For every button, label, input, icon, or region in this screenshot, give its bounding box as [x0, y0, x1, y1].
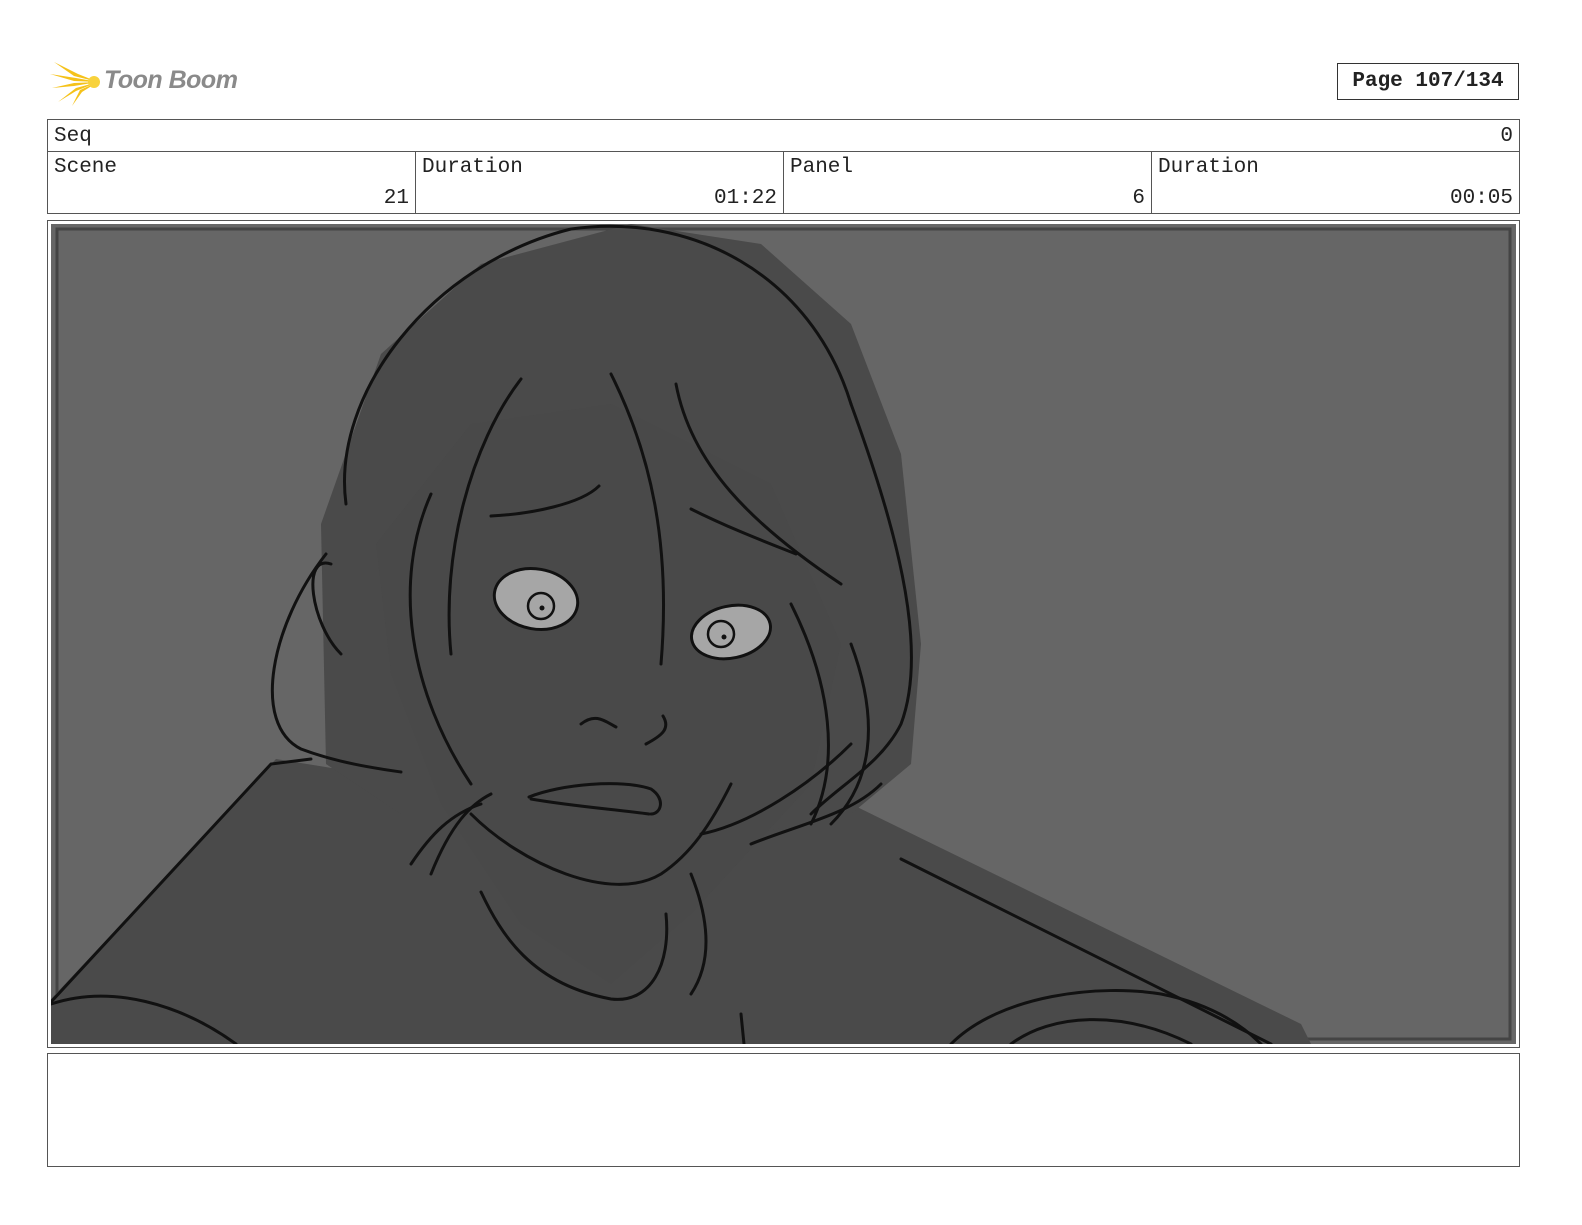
scene-duration-value: 01:22: [713, 187, 777, 210]
panel-info-table: Seq 0 Scene 21 Duration 01:22 Panel 6 Du…: [47, 119, 1520, 214]
panel-label: Panel: [790, 156, 854, 179]
storyboard-panel: [47, 220, 1520, 1048]
toon-boom-logo: Toon Boom: [50, 56, 250, 108]
seq-value: 0: [1500, 125, 1513, 148]
seq-row: Seq 0: [48, 120, 1519, 152]
panel-duration-label: Duration: [1158, 156, 1259, 179]
scene-cell: Scene 21: [48, 151, 416, 213]
panel-sketch: [51, 224, 1516, 1044]
page-number: Page 107/134: [1337, 63, 1519, 100]
scene-duration-cell: Duration 01:22: [416, 151, 784, 213]
seq-label: Seq: [54, 125, 92, 148]
scene-value: 21: [383, 187, 409, 210]
scene-duration-label: Duration: [422, 156, 523, 179]
starburst-icon: [50, 62, 100, 106]
panel-duration-value: 00:05: [1449, 187, 1513, 210]
panel-duration-cell: Duration 00:05: [1152, 151, 1519, 213]
panel-value: 6: [1132, 187, 1145, 210]
logo-text: Toon Boom: [104, 66, 238, 94]
scene-label: Scene: [54, 156, 118, 179]
panel-notes: [47, 1053, 1520, 1167]
panel-cell: Panel 6: [784, 151, 1152, 213]
